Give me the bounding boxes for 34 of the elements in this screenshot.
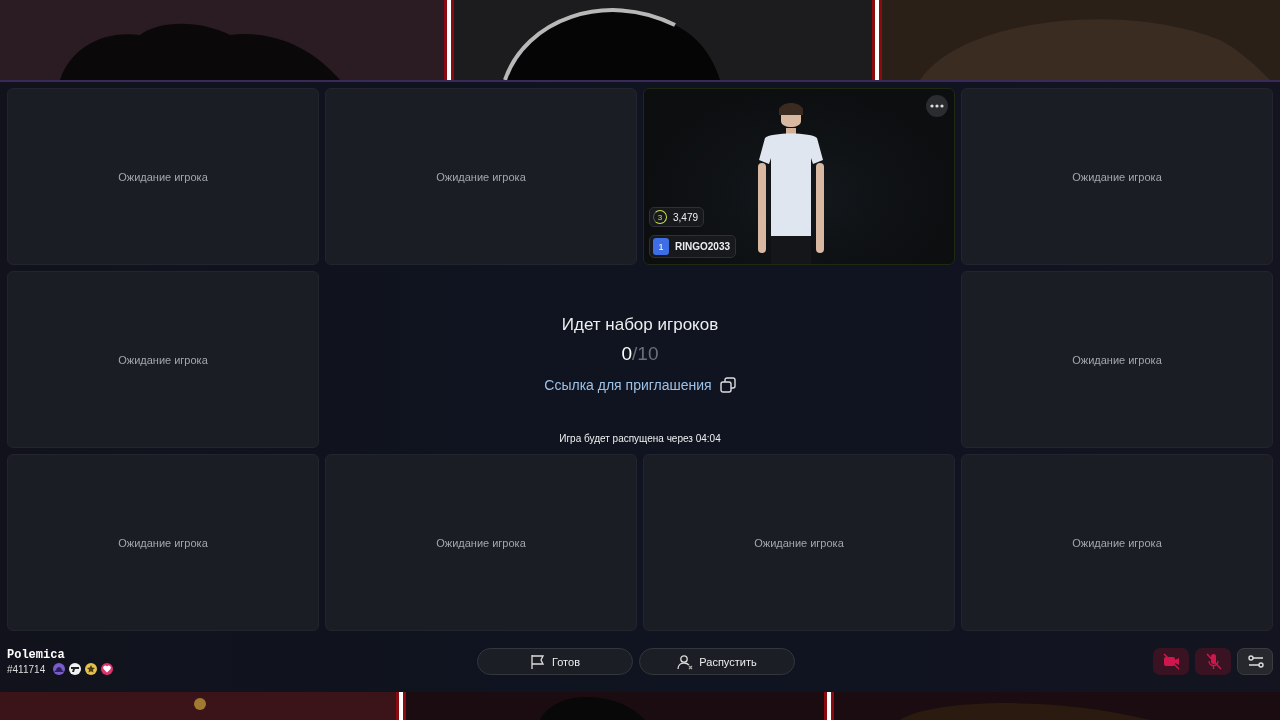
- settings-button[interactable]: [1237, 648, 1273, 675]
- score-chip: 3 3,479: [649, 207, 705, 227]
- camera-toggle[interactable]: [1153, 648, 1189, 675]
- flag-icon: [530, 653, 546, 670]
- mic-toggle[interactable]: [1195, 648, 1231, 675]
- copy-icon: [719, 377, 736, 393]
- player-count: 0/10: [621, 343, 659, 365]
- heart-badge-icon: [101, 663, 114, 675]
- waiting-label: Ожидание игрока: [436, 536, 526, 549]
- waiting-label: Ожидание игрока: [118, 353, 208, 366]
- waiting-label: Ожидание игрока: [754, 536, 844, 549]
- player-name-chip: 1 RINGO2033: [649, 235, 737, 258]
- disband-button[interactable]: Распустить: [639, 648, 795, 675]
- more-icon: [930, 104, 944, 108]
- more-button[interactable]: [926, 95, 948, 117]
- star-badge-icon: [85, 663, 98, 675]
- waiting-label: Ожидание игрока: [436, 170, 526, 183]
- user-name: Polemica: [7, 648, 66, 662]
- mic-icon: [1203, 652, 1223, 671]
- user-id: #411714: [7, 663, 46, 675]
- invite-link[interactable]: Ссылка для приглашения: [544, 377, 736, 393]
- hat-badge-icon: [53, 663, 66, 675]
- lobby-title: Идет набор игроков: [561, 315, 719, 335]
- waiting-label: Ожидание игрока: [118, 170, 208, 183]
- ready-button[interactable]: Готов: [477, 648, 633, 675]
- waiting-label: Ожидание игрока: [1072, 536, 1162, 549]
- disband-notice: Игра будет распущена через 04:04: [559, 433, 721, 444]
- waiting-label: Ожидание игрока: [118, 536, 208, 549]
- camera-icon: [1161, 652, 1181, 671]
- gun-badge-icon: [69, 663, 82, 675]
- sliders-icon: [1245, 652, 1265, 671]
- waiting-label: Ожидание игрока: [1072, 353, 1162, 366]
- waiting-label: Ожидание игрока: [1072, 170, 1162, 183]
- person-remove-icon: [677, 653, 694, 670]
